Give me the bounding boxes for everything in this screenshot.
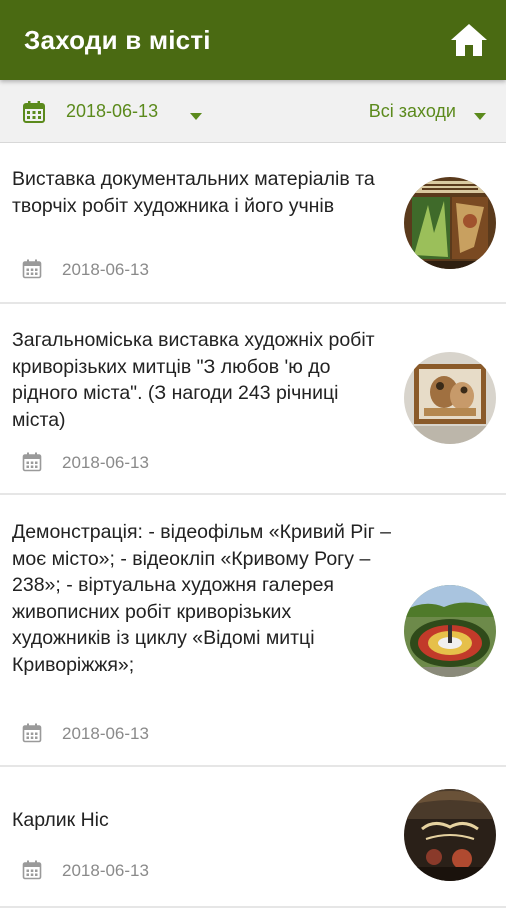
event-list: Виставка документальних матеріалів та тв… [0,143,506,908]
home-button[interactable] [450,22,488,58]
event-date: 2018-06-13 [62,861,149,880]
event-title: Загальноміська виставка художніх робіт к… [12,329,375,431]
theater-poster-image [404,789,496,881]
painting-image [404,352,496,444]
event-thumbnail [404,585,496,677]
exhibition-image [404,177,496,269]
app-bar: Заходи в місті [0,0,506,80]
date-filter-dropdown[interactable]: 2018-06-13 [18,80,218,142]
event-card[interactable]: Загальноміська виставка художніх робіт к… [0,304,506,495]
event-type-value: Всі заходи [368,101,456,121]
event-date: 2018-06-13 [62,724,149,743]
event-date: 2018-06-13 [62,260,149,279]
flower-clock-image [404,585,496,677]
calendar-icon [22,452,42,472]
calendar-icon [23,101,45,123]
event-thumbnail [404,352,496,444]
chevron-down-icon [474,113,486,120]
calendar-icon [22,860,42,880]
event-date: 2018-06-13 [62,453,149,472]
event-card[interactable]: Виставка документальних матеріалів та тв… [0,143,506,304]
filter-bar: 2018-06-13 Всі заходи [0,80,506,143]
event-title: Карлик Ніс [12,809,109,831]
event-title: Демонстрація: - відеофільм «Кривий Ріг –… [12,521,391,676]
app-title: Заходи в місті [24,25,211,55]
calendar-icon [22,259,42,279]
event-thumbnail [404,789,496,881]
event-type-dropdown[interactable]: Всі заходи [348,80,488,142]
event-card[interactable]: Карлик Ніс 2018-06-13 [0,767,506,908]
event-thumbnail [404,177,496,269]
event-title: Виставка документальних матеріалів та тв… [12,168,375,217]
home-icon [451,24,487,56]
date-filter-value: 2018-06-13 [66,101,159,121]
calendar-icon [22,723,42,743]
event-card[interactable]: Демонстрація: - відеофільм «Кривий Ріг –… [0,495,506,767]
chevron-down-icon [190,113,202,120]
